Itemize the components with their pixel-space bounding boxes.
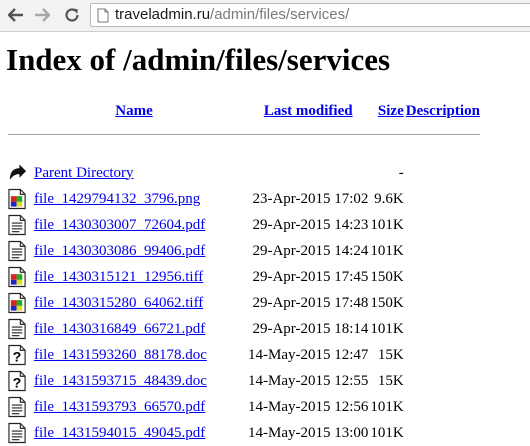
file-row: file_1430303007_72604.pdf 29-Apr-2015 14:… [8,212,480,238]
file-row: file_1430315280_64062.tiff 29-Apr-2015 17… [8,290,480,316]
svg-text:?: ? [13,376,22,392]
file-modified: 14-May-2015 12:55 [248,372,369,389]
parent-size: - [398,164,404,181]
sort-by-name-link[interactable]: Name [115,103,153,119]
file-modified: 14-May-2015 12:47 [248,346,369,363]
file-link[interactable]: file_1431593260_88178.doc [34,347,207,363]
header-size: Size [370,98,404,125]
page-title: Index of /admin/files/services [6,42,391,77]
header-name: Name [34,98,234,125]
file-row: ? file_1431593715_48439.doc 14-May-2015 12… [8,368,480,394]
file-size: 15K [377,372,404,389]
url-path: /admin/files/services/ [210,6,350,23]
file-row: file_1431594015_49045.pdf 14-May-2015 13:… [8,420,480,446]
file-modified: 29-Apr-2015 17:48 [252,294,369,311]
image-icon [8,266,26,288]
file-link[interactable]: file_1430303007_72604.pdf [34,217,205,233]
file-row: file_1430316849_66721.pdf 29-Apr-2015 18:… [8,316,480,342]
file-size: 15K [377,346,404,363]
text-file-icon [8,240,26,262]
url-host: traveladmin.ru [115,6,211,23]
header-icon-column [8,98,32,125]
file-size: 101K [370,320,404,337]
back-button[interactable] [6,5,26,25]
file-row: file_1430315121_12956.tiff 29-Apr-2015 17… [8,264,480,290]
file-modified: 14-May-2015 13:00 [248,424,369,441]
file-modified: 23-Apr-2015 17:02 [252,190,369,207]
text-file-icon [8,318,26,340]
sort-by-description-link[interactable]: Description [406,103,480,119]
text-file-icon [8,396,26,418]
file-link[interactable]: file_1431593715_48439.doc [34,373,207,389]
file-modified: 29-Apr-2015 14:23 [252,216,369,233]
sort-by-size-link[interactable]: Size [378,103,404,119]
file-link[interactable]: file_1430315121_12956.tiff [34,269,203,285]
file-row: file_1429794132_3796.png 23-Apr-2015 17:0… [8,186,480,212]
reload-button[interactable] [62,5,82,25]
file-link[interactable]: file_1429794132_3796.png [34,191,200,207]
file-row: file_1430303086_99406.pdf 29-Apr-2015 14:… [8,238,480,264]
file-link[interactable]: file_1430316849_66721.pdf [34,321,205,337]
browser-toolbar: traveladmin.ru/admin/files/services/ [0,0,530,32]
parent-directory-row: Parent Directory - [8,160,480,186]
file-modified: 14-May-2015 12:56 [248,398,369,415]
forward-button[interactable] [32,5,52,25]
text-file-icon [8,422,26,444]
file-row: file_1431593793_66570.pdf 14-May-2015 12:… [8,394,480,420]
file-size: 150K [370,294,404,311]
image-icon [8,188,26,210]
sort-by-last-modified-link[interactable]: Last modified [264,103,353,119]
page-icon [97,8,109,23]
back-arrow-folder-icon [9,164,27,180]
table-header-row: Name Last modified Size Description [8,98,480,125]
directory-listing-table: Name Last modified Size Description Pare… [6,98,482,446]
file-size: 101K [370,242,404,259]
file-size: 9.6K [374,190,404,207]
arrow-right-icon [35,8,50,22]
unknown-file-icon: ? [8,344,26,366]
svg-text:?: ? [13,350,22,366]
file-link[interactable]: file_1431593793_66570.pdf [34,399,205,415]
unknown-file-icon: ? [8,370,26,392]
file-size: 150K [370,268,404,285]
reload-icon [65,8,79,22]
file-link[interactable]: file_1430303086_99406.pdf [34,243,205,259]
arrow-left-icon [8,8,23,22]
header-last-modified: Last modified [236,98,368,125]
image-icon [8,292,26,314]
text-file-icon [8,214,26,236]
separator-row [8,125,480,160]
file-modified: 29-Apr-2015 14:24 [252,242,369,259]
url-text: traveladmin.ru/admin/files/services/ [115,6,349,24]
file-modified: 29-Apr-2015 17:45 [252,268,369,285]
file-size: 101K [370,398,404,415]
file-row: ? file_1431593260_88178.doc 14-May-2015 12… [8,342,480,368]
file-link[interactable]: file_1430315280_64062.tiff [34,295,203,311]
file-size: 101K [370,216,404,233]
file-link[interactable]: file_1431594015_49045.pdf [34,425,205,441]
header-divider [8,134,480,135]
file-modified: 29-Apr-2015 18:14 [252,320,369,337]
file-size: 101K [370,424,404,441]
header-description: Description [406,98,480,125]
parent-directory-link[interactable]: Parent Directory [34,165,134,181]
address-bar[interactable]: traveladmin.ru/admin/files/services/ [90,3,530,27]
